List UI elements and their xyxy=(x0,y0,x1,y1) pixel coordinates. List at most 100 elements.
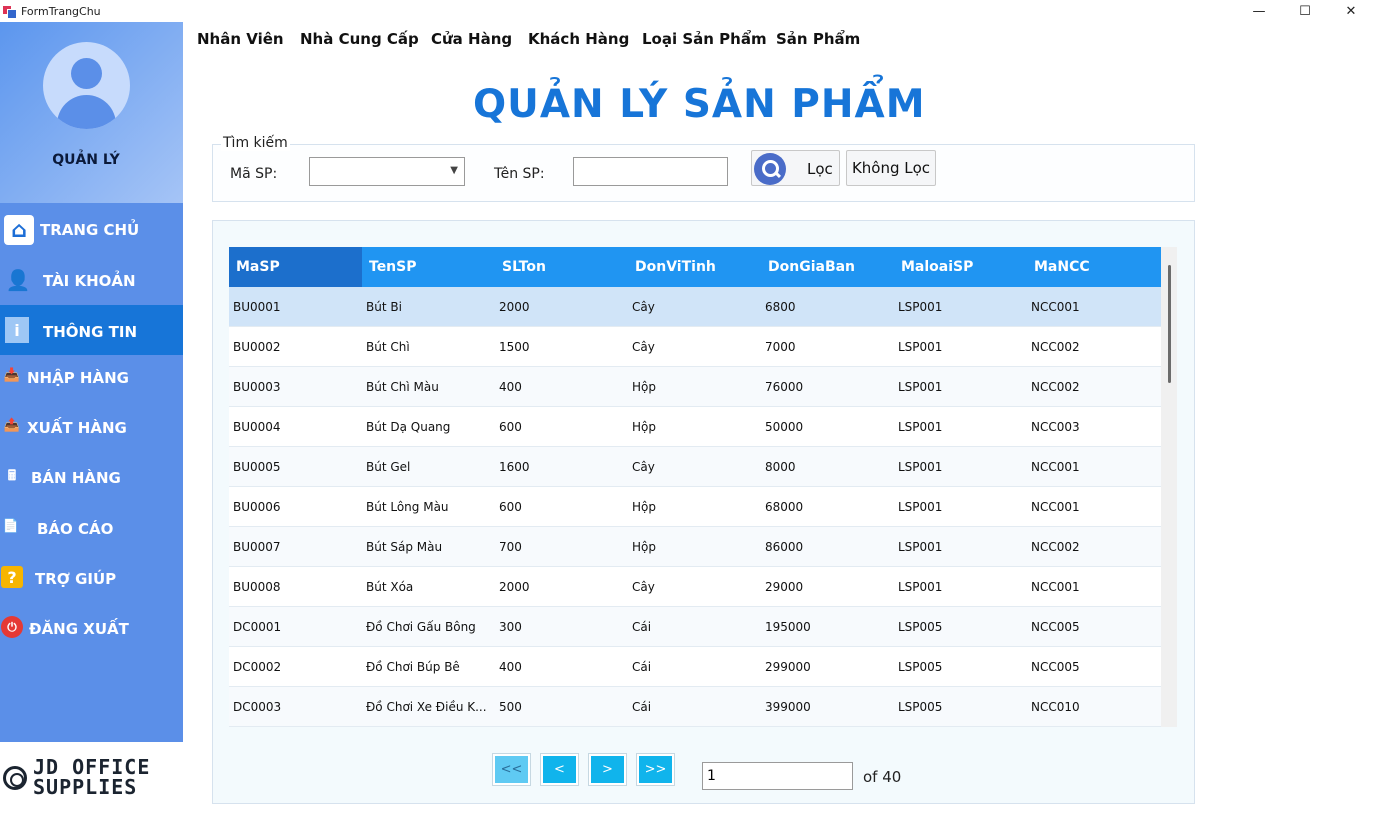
page-number-input[interactable]: 1 xyxy=(702,762,853,790)
cell-slton: 400 xyxy=(499,659,522,674)
filter-button-label: Lọc xyxy=(807,160,833,178)
table-row[interactable]: BU0002 Bút Chì 1500 Cây 7000 LSP001 NCC002 xyxy=(229,327,1161,367)
table-row[interactable]: BU0004 Bút Dạ Quang 600 Hộp 50000 LSP001 NCC00… xyxy=(229,407,1161,447)
cell-slton: 500 xyxy=(499,699,522,714)
filter-button[interactable]: Lọc xyxy=(751,150,840,186)
cell-donvitinh: Cây xyxy=(632,579,655,594)
cell-tensp: Bút Bi xyxy=(366,299,402,314)
column-header-tensp[interactable]: TenSP xyxy=(362,247,495,287)
sidebar-item-nhap-hang[interactable]: 📥 NHẬP HÀNG xyxy=(0,353,183,403)
menu-san-pham[interactable]: Sản Phẩm xyxy=(776,30,860,48)
cell-donvitinh: Cái xyxy=(632,619,652,634)
cell-slton: 400 xyxy=(499,379,522,394)
maximize-button[interactable]: ☐ xyxy=(1282,0,1328,22)
cell-maloaisp: LSP005 xyxy=(898,699,943,714)
cell-donvitinh: Hộp xyxy=(632,379,656,394)
next-page-button[interactable]: > xyxy=(589,754,626,785)
profile-panel: QUẢN LÝ xyxy=(0,22,183,203)
menu-khach-hang[interactable]: Khách Hàng xyxy=(528,30,629,48)
cell-mancc: NCC005 xyxy=(1031,619,1080,634)
sidebar-item-ban-hang[interactable]: 🖩 BÁN HÀNG xyxy=(0,453,183,503)
cell-tensp: Đồ Chơi Xe Điều K... xyxy=(366,699,487,714)
cell-maloaisp: LSP001 xyxy=(898,459,943,474)
column-header-masp[interactable]: MaSP xyxy=(229,247,362,287)
sidebar-item-bao-cao[interactable]: 📄 BÁO CÁO xyxy=(0,504,183,554)
sidebar-item-thong-tin[interactable]: i THÔNG TIN xyxy=(0,305,183,355)
column-header-dongiaban[interactable]: DonGiaBan xyxy=(761,247,894,287)
column-header-maloaisp[interactable]: MaloaiSP xyxy=(894,247,1027,287)
menu-cua-hang[interactable]: Cửa Hàng xyxy=(431,30,512,48)
sidebar-item-label: TRANG CHỦ xyxy=(40,221,140,239)
masp-label: Mã SP: xyxy=(230,166,278,182)
no-filter-button[interactable]: Không Lọc xyxy=(846,150,936,186)
table-row[interactable]: DC0001 Đồ Chơi Gấu Bông 300 Cái 195000 LSP005… xyxy=(229,607,1161,647)
minimize-button[interactable]: — xyxy=(1236,0,1282,22)
sidebar: QUẢN LÝ ⌂ TRANG CHỦ 👤 TÀI KHOẢN i THÔNG … xyxy=(0,22,183,742)
menu-loai-san-pham[interactable]: Loại Sản Phẩm xyxy=(642,30,767,48)
menu-bar: Nhân Viên Nhà Cung Cấp Cửa Hàng Khách Hà… xyxy=(183,22,1374,54)
cell-maloaisp: LSP001 xyxy=(898,579,943,594)
masp-combobox[interactable]: ▼ xyxy=(309,157,465,186)
cell-masp: BU0004 xyxy=(233,419,281,434)
cell-tensp: Đồ Chơi Gấu Bông xyxy=(366,619,476,634)
table-row[interactable]: BU0008 Bút Xóa 2000 Cây 29000 LSP001 NCC001 xyxy=(229,567,1161,607)
avatar-icon xyxy=(43,42,130,129)
sidebar-item-trang-chu[interactable]: ⌂ TRANG CHỦ xyxy=(0,205,183,255)
cell-dongiaban: 50000 xyxy=(765,419,804,434)
help-icon: ? xyxy=(1,566,23,588)
sidebar-item-tro-giup[interactable]: ? TRỢ GIÚP xyxy=(0,554,183,604)
table-row[interactable]: DC0003 Đồ Chơi Xe Điều K... 500 Cái 399000 LS… xyxy=(229,687,1161,727)
close-button[interactable]: ✕ xyxy=(1328,0,1374,22)
cell-slton: 2000 xyxy=(499,299,530,314)
search-icon xyxy=(754,153,786,185)
target-icon xyxy=(3,766,27,790)
cell-masp: DC0002 xyxy=(233,659,282,674)
scrollbar-thumb[interactable] xyxy=(1168,265,1171,383)
cell-masp: BU0007 xyxy=(233,539,281,554)
first-page-button[interactable]: << xyxy=(493,754,530,785)
column-header-mancc[interactable]: MaNCC xyxy=(1027,247,1160,287)
grid-body: BU0001 Bút Bi 2000 Cây 6800 LSP001 NCC001 BU000… xyxy=(229,287,1161,727)
cell-tensp: Đồ Chơi Búp Bê xyxy=(366,659,460,674)
table-row[interactable]: DC0002 Đồ Chơi Búp Bê 400 Cái 299000 LSP005 NC… xyxy=(229,647,1161,687)
cell-masp: BU0006 xyxy=(233,499,281,514)
sidebar-item-label: TÀI KHOẢN xyxy=(43,272,136,290)
cell-mancc: NCC002 xyxy=(1031,339,1080,354)
cell-mancc: NCC002 xyxy=(1031,539,1080,554)
sidebar-item-tai-khoan[interactable]: 👤 TÀI KHOẢN xyxy=(0,256,183,306)
table-row[interactable]: BU0007 Bút Sáp Màu 700 Hộp 86000 LSP001 NCC002 xyxy=(229,527,1161,567)
table-row[interactable]: BU0005 Bút Gel 1600 Cây 8000 LSP001 NCC001 xyxy=(229,447,1161,487)
tensp-label: Tên SP: xyxy=(494,166,545,182)
cell-slton: 1500 xyxy=(499,339,530,354)
last-page-button[interactable]: >> xyxy=(637,754,674,785)
tensp-input[interactable] xyxy=(573,157,728,186)
cell-donvitinh: Cái xyxy=(632,699,652,714)
cell-slton: 1600 xyxy=(499,459,530,474)
table-row[interactable]: BU0003 Bút Chì Màu 400 Hộp 76000 LSP001 NCC002 xyxy=(229,367,1161,407)
column-header-slton[interactable]: SLTon xyxy=(495,247,628,287)
cell-tensp: Bút Chì Màu xyxy=(366,379,439,394)
cell-masp: BU0002 xyxy=(233,339,281,354)
sidebar-item-xuat-hang[interactable]: 📤 XUẤT HÀNG xyxy=(0,403,183,453)
grid-scrollbar[interactable] xyxy=(1161,247,1177,727)
cell-tensp: Bút Dạ Quang xyxy=(366,419,451,434)
menu-nha-cung-cap[interactable]: Nhà Cung Cấp xyxy=(300,30,419,48)
table-row[interactable]: BU0001 Bút Bi 2000 Cây 6800 LSP001 NCC001 xyxy=(229,287,1161,327)
logo-line-2: SUPPLIES xyxy=(33,775,138,799)
sidebar-item-label: ĐĂNG XUẤT xyxy=(29,620,129,638)
cell-tensp: Bút Chì xyxy=(366,339,410,354)
cell-mancc: NCC003 xyxy=(1031,419,1080,434)
sidebar-item-label: NHẬP HÀNG xyxy=(27,369,129,387)
table-row[interactable]: BU0006 Bút Lông Màu 600 Hộp 68000 LSP001 NCC00… xyxy=(229,487,1161,527)
search-legend: Tìm kiếm xyxy=(221,135,290,151)
product-grid[interactable]: MaSP TenSP SLTon DonViTinh DonGiaBan Mal… xyxy=(229,247,1161,727)
menu-nhan-vien[interactable]: Nhân Viên xyxy=(197,30,284,48)
sidebar-item-dang-xuat[interactable]: ⏻ ĐĂNG XUẤT xyxy=(0,604,183,654)
cell-mancc: NCC001 xyxy=(1031,459,1080,474)
column-header-donvitinh[interactable]: DonViTinh xyxy=(628,247,761,287)
cell-donvitinh: Cây xyxy=(632,339,655,354)
cell-maloaisp: LSP001 xyxy=(898,419,943,434)
prev-page-button[interactable]: < xyxy=(541,754,578,785)
cell-masp: DC0001 xyxy=(233,619,282,634)
cell-masp: BU0005 xyxy=(233,459,281,474)
